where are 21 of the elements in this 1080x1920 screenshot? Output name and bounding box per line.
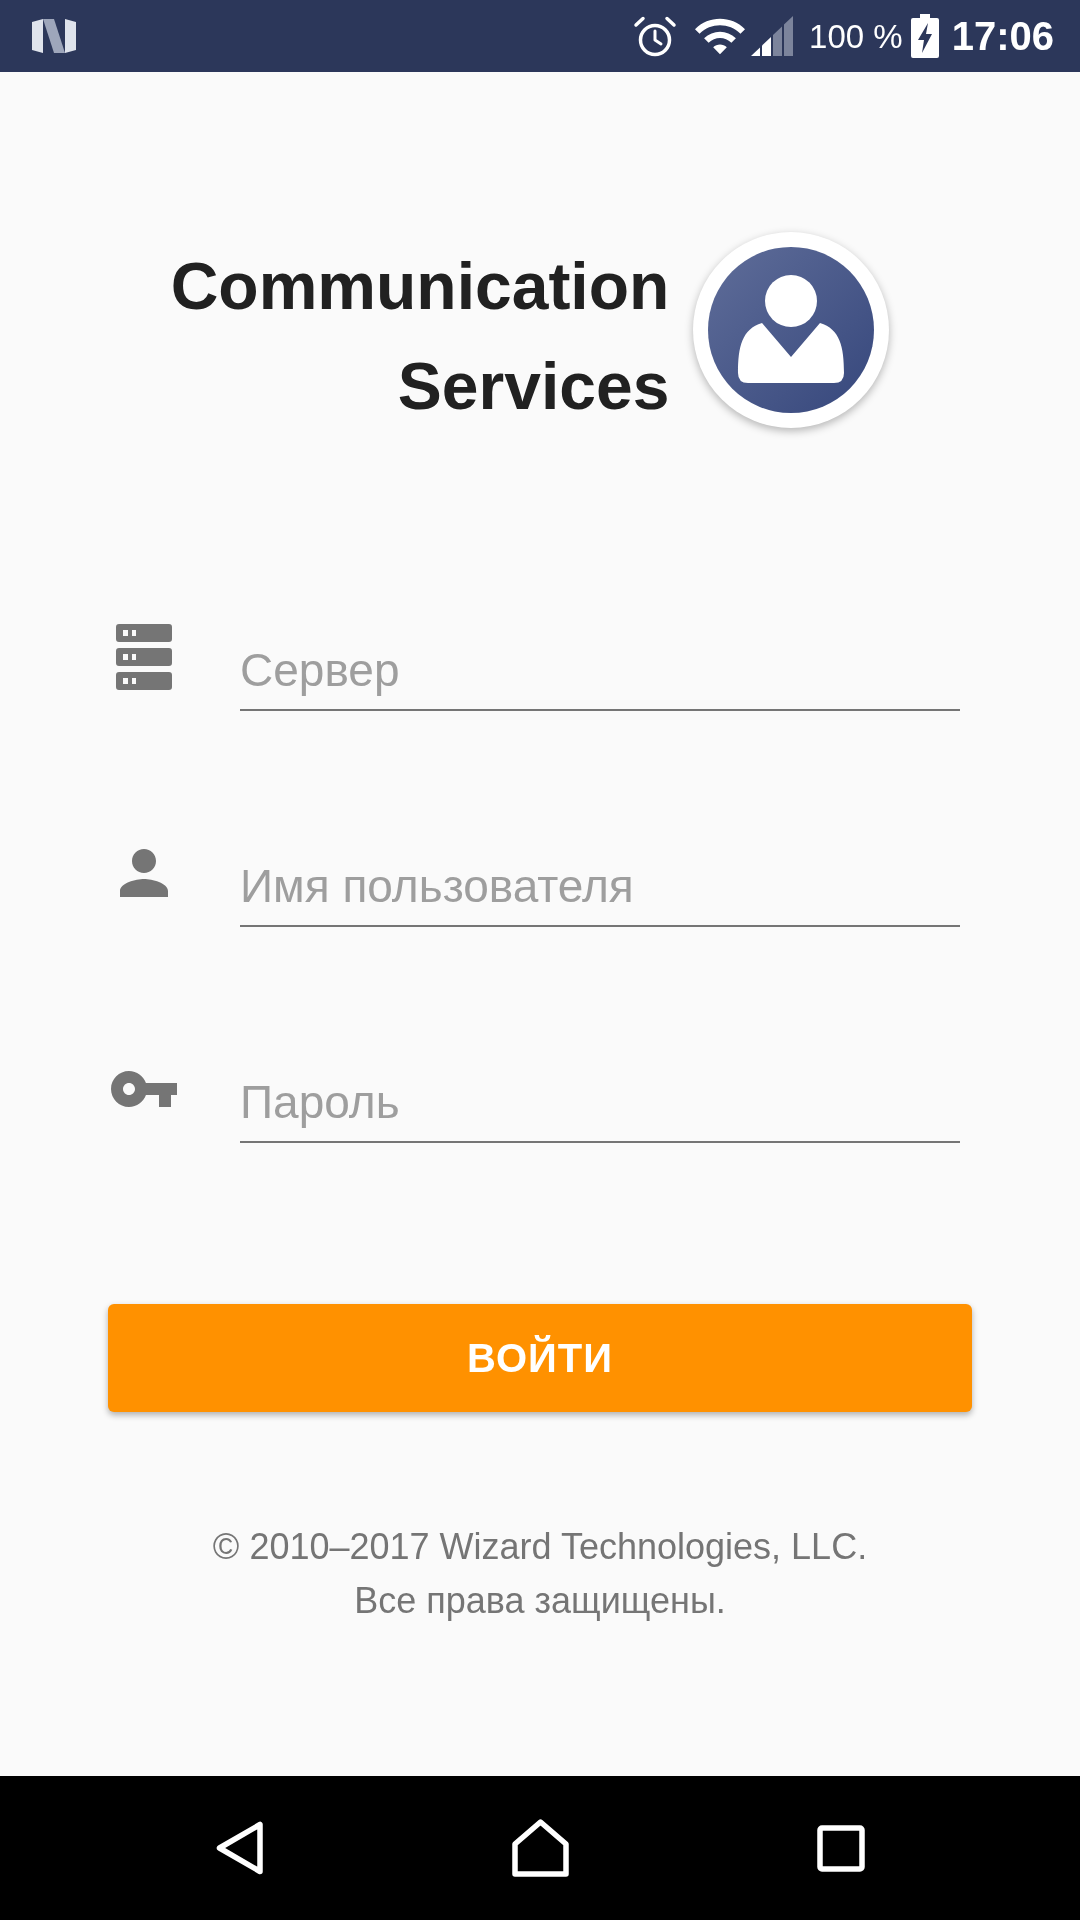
battery-charging-icon	[910, 14, 939, 58]
server-icon	[116, 624, 172, 690]
wifi-icon	[695, 17, 746, 55]
copyright-text: Все права защищены.	[354, 1579, 726, 1623]
app-title: Services	[397, 348, 670, 425]
signal-icon	[751, 16, 794, 56]
username-field[interactable]: Имя пользователя	[240, 847, 960, 927]
person-icon	[120, 849, 168, 897]
clock-time: 17:06	[951, 16, 1054, 56]
alarm-clock-icon	[633, 15, 678, 57]
home-icon[interactable]	[511, 1819, 569, 1877]
password-field[interactable]: Пароль	[240, 1063, 960, 1143]
n-logo-icon	[32, 19, 76, 53]
battery-percent: 100 %	[809, 19, 903, 53]
app-title: Communication	[170, 248, 670, 325]
key-icon	[111, 1071, 177, 1107]
back-icon[interactable]	[215, 1821, 264, 1875]
login-button[interactable]: ВОЙТИ	[108, 1304, 972, 1412]
recents-icon[interactable]	[816, 1824, 865, 1872]
copyright-text: © 2010–2017 Wizard Technologies, LLC.	[212, 1525, 868, 1569]
server-field[interactable]: Сервер	[240, 631, 960, 711]
